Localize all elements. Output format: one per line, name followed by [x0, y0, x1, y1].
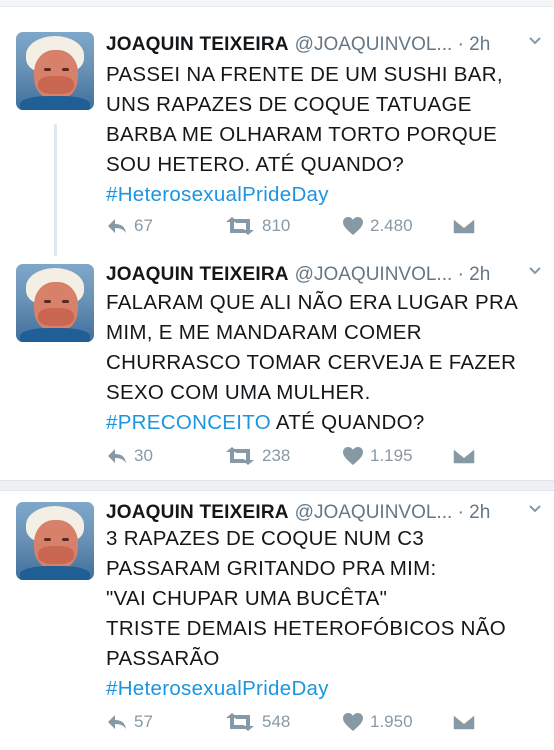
- like-button[interactable]: 1.195: [342, 446, 413, 466]
- author-name[interactable]: JOAQUIN TEIXEIRA: [106, 264, 289, 285]
- reply-icon: [108, 219, 126, 233]
- retweet-icon: [226, 217, 254, 235]
- reply-count: 30: [134, 446, 153, 465]
- avatar[interactable]: [16, 502, 94, 580]
- retweet-button[interactable]: 548: [224, 712, 290, 732]
- like-icon: [343, 713, 363, 731]
- tweet-actions: 57 548 1.950: [106, 712, 546, 736]
- tweet-text: 3 RAPAZES DE COQUE NUM C3 PASSARAM GRITA…: [106, 524, 546, 704]
- tweet-time[interactable]: · 2h: [458, 502, 491, 523]
- retweet-button[interactable]: 810: [224, 216, 290, 236]
- tweet-header: JOAQUIN TEIXEIRA @JOAQUINVOL... · 2h: [106, 502, 490, 524]
- chevron-down-icon[interactable]: [528, 502, 542, 521]
- tweet-text: PASSEI NA FRENTE DE UM SUSHI BAR, UNS RA…: [106, 60, 546, 210]
- author-name[interactable]: JOAQUIN TEIXEIRA: [106, 502, 289, 523]
- retweet-icon: [226, 713, 254, 731]
- like-icon: [343, 217, 363, 235]
- tweet-text-line: BARBA ME OLHARAM TORTO PORQUE: [106, 123, 498, 146]
- hashtag-link[interactable]: #HeterosexualPrideDay: [106, 677, 329, 700]
- author-name[interactable]: JOAQUIN TEIXEIRA: [106, 34, 289, 55]
- tweet-actions: 30 238 1.195: [106, 446, 546, 470]
- author-handle[interactable]: @JOAQUINVOL...: [295, 502, 453, 523]
- like-icon: [343, 447, 363, 465]
- retweet-count: 548: [262, 712, 291, 731]
- tweet-text-line: PASSARAM GRITANDO PRA MIM:: [106, 557, 437, 580]
- avatar[interactable]: [16, 32, 94, 110]
- retweet-count: 810: [262, 216, 291, 235]
- like-button[interactable]: 1.950: [342, 712, 413, 732]
- retweet-button[interactable]: 238: [224, 446, 290, 466]
- tweet-text-line: MIM, E ME MANDARAM COMER: [106, 321, 422, 344]
- tweet-text: FALARAM QUE ALI NÃO ERA LUGAR PRA MIM, E…: [106, 288, 546, 438]
- reply-count: 67: [134, 216, 153, 235]
- avatar[interactable]: [16, 264, 94, 342]
- reply-button[interactable]: 67: [106, 216, 153, 236]
- chevron-down-icon[interactable]: [528, 264, 542, 283]
- like-count: 2.480: [370, 216, 413, 235]
- tweet-time[interactable]: · 2h: [458, 34, 491, 55]
- like-count: 1.950: [370, 712, 413, 731]
- tweet-header: JOAQUIN TEIXEIRA @JOAQUINVOL... · 2h: [106, 34, 490, 56]
- like-button[interactable]: 2.480: [342, 216, 413, 236]
- like-count: 1.195: [370, 446, 413, 465]
- tweet-text-line: FALARAM QUE ALI NÃO ERA LUGAR PRA: [106, 291, 519, 314]
- tweet-text-line: TRISTE DEMAIS HETEROFÓBICOS NÃO: [106, 617, 506, 640]
- reply-count: 57: [134, 712, 153, 731]
- tweet-text-line: "VAI CHUPAR UMA BUCÊTA": [106, 587, 388, 610]
- tweet-text-line: SEXO COM UMA MULHER.: [106, 381, 371, 404]
- reply-icon: [108, 449, 126, 463]
- tweet-text-line: PASSARÃO: [106, 647, 220, 670]
- tweet-text-line: CHURRASCO TOMAR CERVEJA E FAZER: [106, 351, 517, 374]
- tweet-text-line: UNS RAPAZES DE COQUE TATUAGE: [106, 93, 472, 116]
- reply-button[interactable]: 57: [106, 712, 153, 732]
- top-separator: [0, 0, 554, 7]
- reply-button[interactable]: 30: [106, 446, 153, 466]
- thread-connector-line: [54, 124, 57, 256]
- direct-message-button[interactable]: [452, 216, 482, 236]
- hashtag-link[interactable]: #PRECONCEITO: [106, 411, 271, 434]
- direct-message-icon: [452, 713, 476, 731]
- reply-icon: [108, 715, 126, 729]
- tweet-text-line: PASSEI NA FRENTE DE UM SUSHI BAR,: [106, 63, 503, 86]
- direct-message-icon: [452, 217, 476, 235]
- retweet-count: 238: [262, 446, 291, 465]
- tweet-divider: [0, 480, 554, 491]
- tweet-actions: 67 810 2.480: [106, 216, 546, 240]
- author-handle[interactable]: @JOAQUINVOL...: [295, 264, 453, 285]
- tweet-time[interactable]: · 2h: [458, 264, 491, 285]
- direct-message-button[interactable]: [452, 712, 482, 732]
- retweet-icon: [226, 447, 254, 465]
- author-handle[interactable]: @JOAQUINVOL...: [295, 34, 453, 55]
- direct-message-icon: [452, 447, 476, 465]
- tweet-text-line: #HeterosexualPrideDay: [106, 674, 546, 704]
- tweet-text-line: #HeterosexualPrideDay: [106, 180, 546, 210]
- chevron-down-icon[interactable]: [528, 34, 542, 53]
- direct-message-button[interactable]: [452, 446, 482, 466]
- tweet-text-line: 3 RAPAZES DE COQUE NUM C3: [106, 527, 425, 550]
- tweet-text-line: #PRECONCEITO ATÉ QUANDO?: [106, 411, 425, 434]
- hashtag-link[interactable]: #HeterosexualPrideDay: [106, 183, 329, 206]
- tweet-header: JOAQUIN TEIXEIRA @JOAQUINVOL... · 2h: [106, 264, 490, 286]
- tweet-text-line: SOU HETERO. ATÉ QUANDO?: [106, 153, 405, 176]
